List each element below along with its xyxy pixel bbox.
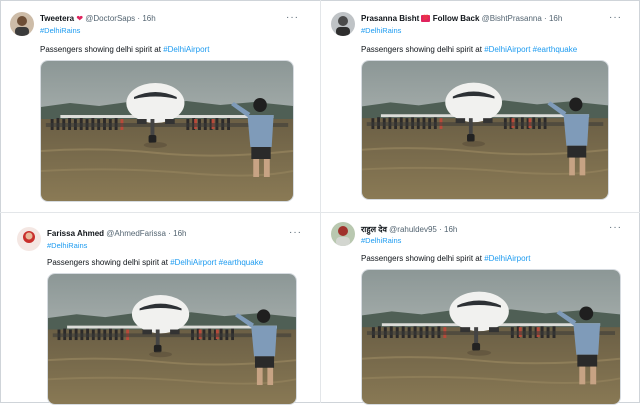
tweet-text: Passengers showing delhi spirit at #Delh… bbox=[361, 45, 577, 54]
tweet-text: Passengers showing delhi spirit at #Delh… bbox=[40, 45, 209, 54]
author-name[interactable]: Tweetera bbox=[40, 14, 74, 23]
more-horizontal-icon[interactable]: ··· bbox=[609, 12, 622, 23]
tweet-image[interactable] bbox=[361, 269, 621, 405]
tweet-time[interactable]: 16h bbox=[549, 14, 562, 23]
author-handle[interactable]: @BishtPrasanna bbox=[482, 14, 542, 23]
emoji-badge: ❤ bbox=[76, 14, 84, 23]
tweet-time[interactable]: 16h bbox=[444, 225, 457, 234]
tweet-text-body: Passengers showing delhi spirit at bbox=[40, 45, 164, 54]
author-name[interactable]: Prasanna Bisht bbox=[361, 14, 419, 23]
hashtag-link[interactable]: #DelhiAirport bbox=[484, 45, 530, 54]
hashtag-link[interactable]: #DelhiRains bbox=[47, 241, 87, 250]
tweet-image[interactable] bbox=[40, 60, 294, 202]
emoji-badge: 💯 bbox=[421, 15, 431, 23]
tweet-text-body: Passengers showing delhi spirit at bbox=[361, 45, 485, 54]
dot-separator: · bbox=[544, 14, 547, 23]
tweet-card[interactable]: Prasanna Bisht 💯 Follow Back @BishtPrasa… bbox=[331, 12, 631, 207]
tweet-text-body: Passengers showing delhi spirit at bbox=[361, 254, 485, 263]
author-name[interactable]: Farissa Ahmed bbox=[47, 229, 104, 238]
more-horizontal-icon[interactable]: ··· bbox=[286, 12, 299, 23]
tweet-image[interactable] bbox=[361, 60, 609, 200]
hashtag-link[interactable]: #DelhiRains bbox=[40, 26, 80, 35]
avatar[interactable] bbox=[331, 222, 355, 246]
author-handle[interactable]: @AhmedFarissa bbox=[106, 229, 166, 238]
hashtag-link[interactable]: #DelhiRains bbox=[361, 26, 401, 35]
avatar[interactable] bbox=[10, 12, 34, 36]
tweet-text: Passengers showing delhi spirit at #Delh… bbox=[47, 258, 263, 267]
avatar[interactable] bbox=[331, 12, 355, 36]
more-horizontal-icon[interactable]: ··· bbox=[609, 222, 622, 233]
tweet-card[interactable]: राहुल देव @rahuldev95 · 16h ··· #DelhiRa… bbox=[331, 222, 631, 405]
hashtag-link[interactable]: #DelhiRains bbox=[361, 236, 401, 245]
dot-separator: · bbox=[439, 225, 442, 234]
tweet-text-body: Passengers showing delhi spirit at bbox=[47, 258, 171, 267]
hashtag-link[interactable]: #DelhiAirport bbox=[484, 254, 530, 263]
more-horizontal-icon[interactable]: ··· bbox=[289, 227, 302, 238]
dot-separator: · bbox=[168, 229, 171, 238]
tweet-text: Passengers showing delhi spirit at #Delh… bbox=[361, 254, 530, 263]
tweet-card[interactable]: Tweetera ❤ @DoctorSaps · 16h ··· #DelhiR… bbox=[10, 12, 300, 207]
follow-back-text: Follow Back bbox=[432, 14, 480, 23]
author-name[interactable]: राहुल देव bbox=[361, 225, 387, 234]
hashtag-link[interactable]: #earthquake bbox=[530, 45, 577, 54]
author-handle[interactable]: @rahuldev95 bbox=[389, 225, 437, 234]
row-divider bbox=[0, 212, 640, 213]
avatar[interactable] bbox=[17, 227, 41, 251]
tweet-time[interactable]: 16h bbox=[142, 14, 155, 23]
column-divider bbox=[320, 0, 321, 403]
tweet-card[interactable]: Farissa Ahmed @AhmedFarissa · 16h ··· #D… bbox=[17, 227, 307, 405]
tweet-image[interactable] bbox=[47, 273, 297, 405]
dot-separator: · bbox=[137, 14, 141, 23]
author-handle[interactable]: @DoctorSaps bbox=[85, 14, 135, 23]
hashtag-link[interactable]: #DelhiAirport bbox=[163, 45, 209, 54]
hashtag-link[interactable]: #DelhiAirport bbox=[170, 258, 216, 267]
tweet-time[interactable]: 16h bbox=[173, 229, 186, 238]
hashtag-link[interactable]: #earthquake bbox=[216, 258, 263, 267]
